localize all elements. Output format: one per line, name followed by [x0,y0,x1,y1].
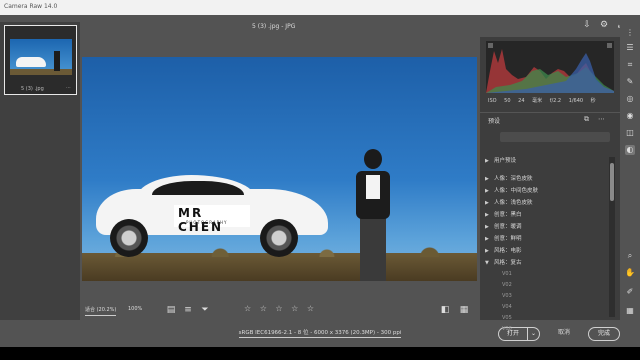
rating-stars[interactable]: ☆ ☆ ☆ ☆ ☆ [244,304,317,313]
car-decal: MR CHEN PHOTOGRAPHY [174,205,250,234]
grid-overlay-icon[interactable]: ▦ [625,306,635,316]
camera-info: ISO 50 24 毫米 f/2.2 1/640 秒 [488,97,614,104]
red-eye-icon[interactable]: ◉ [625,111,635,121]
preset-group[interactable]: ▶ 创意：暖调 [480,221,608,233]
preset-label: 人像：深色皮肤 [494,176,533,182]
preset-label: V01 [502,271,512,277]
presets-menu-icon[interactable]: ⋯ [598,115,605,123]
iso-value: ISO 50 [488,98,511,104]
healing-brush-icon[interactable]: ✎ [625,77,635,87]
decal-subtitle: PHOTOGRAPHY [186,220,228,225]
presets-search-field[interactable] [500,132,610,142]
gear-icon[interactable]: ⚙ [599,20,609,30]
filmstrip: 5 (3) .jpg ⋯ [0,22,80,320]
expand-arrow-icon: ▶ [485,176,489,182]
mask-icon[interactable]: ◎ [625,94,635,104]
screen-bottom-edge [0,347,640,360]
sort-icon[interactable]: ≡ [183,305,193,315]
preset-label: 创意：黑白 [494,212,522,218]
view-settings-icon[interactable]: ▦ [459,305,469,315]
expand-arrow-icon: ▶ [485,200,489,206]
preset-label: 人像：中间色皮肤 [494,188,539,194]
save-icon[interactable]: ⇩ [582,20,592,30]
zoom-level-dropdown[interactable]: 100% [128,306,142,312]
current-filename: 5 (3) .jpg - JPG [252,23,296,30]
more-options-icon[interactable]: ⋮ [625,28,635,38]
preset-label: 创意：暖调 [494,224,522,230]
preset-label: 人像：浅色皮肤 [494,200,533,206]
focal-length: 24 毫米 [518,98,543,104]
preset-group[interactable]: ▶ 人像：中间色皮肤 [480,185,608,197]
histogram [486,41,614,93]
preset-group[interactable]: ▶ 创意：鲜明 [480,233,608,245]
preset-group[interactable]: ▶ 人像：浅色皮肤 [480,197,608,209]
preset-label: V06 [502,326,512,332]
preset-item[interactable]: V06 [480,324,608,335]
image-info-text[interactable]: sRGB IEC61966-2.1 - 8 位 - 6000 x 3376 (2… [238,330,402,338]
presets-list: ▶ 用户预设 ▶ 人像：深色皮肤 ▶ 人像：中间色皮肤 ▶ 人像：浅色皮肤 ▶ 创意：黑白… [480,155,608,335]
preset-label: V02 [502,282,512,288]
expand-arrow-icon: ▶ [485,248,489,254]
thumbnail-image [10,39,72,75]
preset-label: 风格：复古 [494,260,522,266]
preset-item[interactable]: V03 [480,291,608,302]
presets-scrollbar[interactable] [609,157,615,317]
right-panel: ISO 50 24 毫米 f/2.2 1/640 秒 预设 ⧉ ⋯ ▶ 用户预设 … [480,37,620,332]
preset-item[interactable]: V02 [480,280,608,291]
scrollbar-thumb[interactable] [610,163,614,201]
expand-arrow-icon: ▶ [485,158,489,164]
preview-toolbar: 适合 (20.2%) 100% ▤ ≡ ⏷ ☆ ☆ ☆ ☆ ☆ ◧ ▦ [80,300,480,320]
window-title: Camera Raw 14.0 [4,3,58,10]
presets-title: 预设 [488,118,501,125]
preset-group[interactable]: ▶ 创意：黑白 [480,209,608,221]
presets-icon[interactable]: ◐ [625,145,635,155]
filmstrip-menu-icon[interactable]: ⋯ [66,85,71,91]
preset-label: V03 [502,293,512,299]
photo-preview[interactable]: MR CHEN PHOTOGRAPHY [82,57,477,281]
histogram-graph [486,49,614,93]
top-bar: 5 (3) .jpg - JPG ⇩ ⚙ ⤢ [80,15,625,37]
edit-sliders-icon[interactable]: ☰ [625,43,635,53]
expand-arrow-icon: ▶ [485,188,489,194]
new-preset-icon[interactable]: ⧉ [584,115,589,124]
preset-item[interactable]: V04 [480,302,608,313]
preset-label: 创意：鲜明 [494,236,522,242]
preset-item[interactable]: V05 [480,313,608,324]
filter-icon[interactable]: ⏷ [200,305,210,315]
preset-group-expanded[interactable]: ▼ 风格：复古 [480,257,608,269]
filmstrip-toggle-icon[interactable]: ▤ [166,305,176,315]
expand-arrow-icon: ▶ [485,224,489,230]
photo-person [350,149,394,281]
zoom-fit-button[interactable]: 适合 (20.2%) [85,306,117,316]
snapshots-icon[interactable]: ◫ [625,128,635,138]
aperture-value: f/2.2 [549,98,562,104]
thumbnail-filename: 5 (3) .jpg [21,86,44,92]
before-after-icon[interactable]: ◧ [440,305,450,315]
eyedropper-icon[interactable]: ✐ [625,287,635,297]
shutter-speed: 1/640 秒 [568,98,596,104]
preset-group[interactable]: ▶ 用户预设 [480,155,608,167]
photo-ground [82,247,477,281]
preset-group[interactable]: ▶ 人像：深色皮肤 [480,173,608,185]
right-toolstrip: ⋮ ☰ ⌗ ✎ ◎ ◉ ◫ ◐ ⌕ ✋ ✐ ▦ [620,15,640,347]
preset-item[interactable]: V01 [480,269,608,280]
expand-arrow-icon: ▶ [485,212,489,218]
presets-header: 预设 ⧉ ⋯ [480,112,620,125]
expand-arrow-icon: ▶ [485,236,489,242]
preset-label: 风格：电影 [494,248,522,254]
zoom-tool-icon[interactable]: ⌕ [625,251,635,261]
hand-tool-icon[interactable]: ✋ [625,268,635,278]
preset-label: 用户预设 [494,158,517,164]
photo-car: MR CHEN PHOTOGRAPHY [96,175,328,257]
preset-group[interactable]: ▶ 风格：电影 [480,245,608,257]
filmstrip-thumbnail[interactable]: 5 (3) .jpg ⋯ [4,25,77,95]
title-bar: Camera Raw 14.0 [0,0,640,15]
crop-icon[interactable]: ⌗ [625,60,635,70]
collapse-arrow-icon: ▼ [485,260,489,266]
preset-label: V04 [502,304,512,310]
preset-label: V05 [502,315,512,321]
